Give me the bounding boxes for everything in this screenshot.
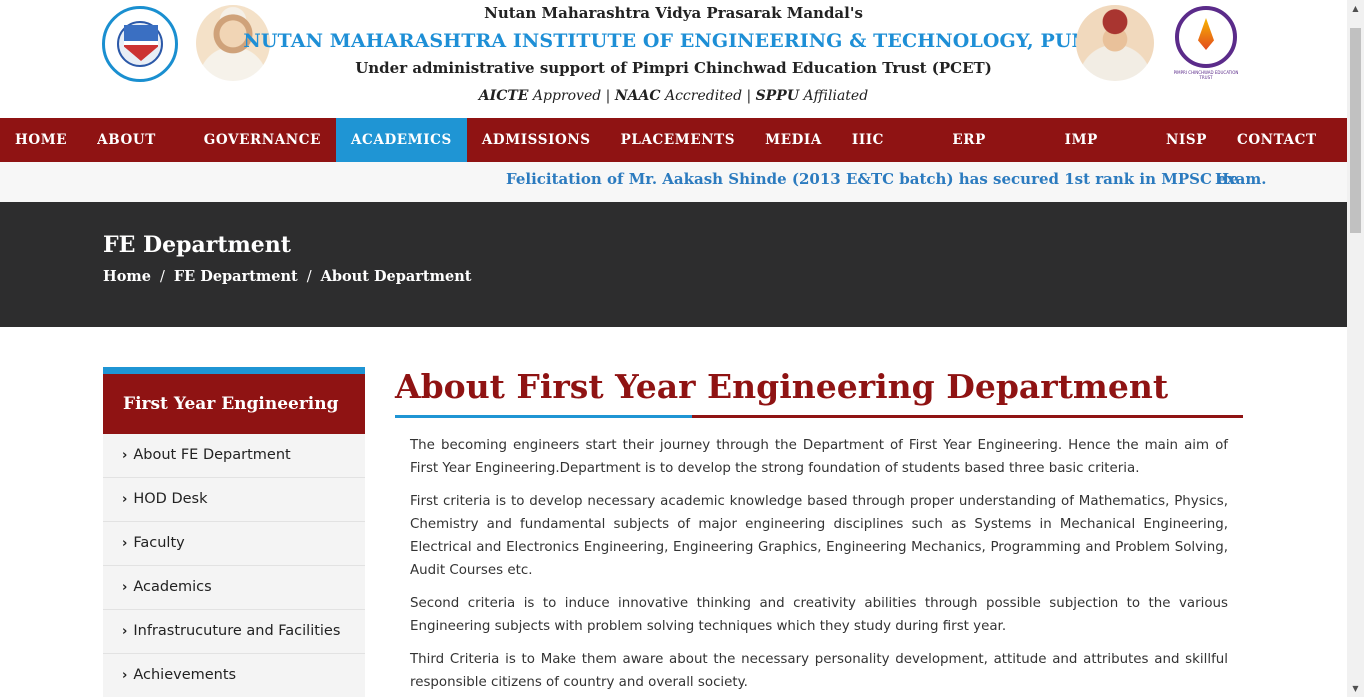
sidebar-item-about-fe-department[interactable]: › About FE Department: [103, 434, 365, 478]
nav-governance[interactable]: GOVERNANCE: [189, 118, 336, 162]
sidebar-item-label: Achievements: [133, 667, 237, 683]
nav-academics[interactable]: ACADEMICS: [335, 118, 467, 162]
sidebar-item-achievements[interactable]: › Achievements: [103, 654, 365, 697]
title-underline: [395, 415, 1243, 418]
accreditation-line: AICTE Approved | NAAC Accredited | SPPU …: [0, 88, 1347, 104]
breadcrumb-home[interactable]: Home: [103, 268, 151, 285]
site-header: Nutan Maharashtra Vidya Prasarak Mandal'…: [0, 0, 1347, 118]
sidebar-item-faculty[interactable]: › Faculty: [103, 522, 365, 566]
aicte-label: AICTE: [478, 88, 529, 104]
paragraph-third-criteria: Third Criteria is to Make them aware abo…: [410, 652, 1228, 690]
aicte-text: Approved |: [528, 88, 615, 104]
section-title: About First Year Engineering Department: [395, 367, 1169, 406]
nav-placements[interactable]: PLACEMENTS: [606, 118, 751, 162]
chevron-right-icon: ›: [122, 492, 128, 507]
sidebar-item-label: Academics: [133, 579, 212, 595]
sidebar-item-label: Infrastrucuture and Facilities: [133, 623, 341, 639]
ticker-item-next[interactable]: He: [1215, 170, 1239, 188]
nav-nisp[interactable]: NISP: [1151, 118, 1222, 162]
naac-label: NAAC: [614, 88, 661, 104]
sidebar-item-label: HOD Desk: [133, 491, 208, 507]
nav-iiic-cell[interactable]: IIIC CELL: [837, 118, 937, 192]
page-scrollbar[interactable]: ▲ ▼: [1347, 0, 1364, 697]
page-title: FE Department: [103, 232, 291, 258]
chevron-right-icon: ›: [122, 624, 128, 639]
nav-media[interactable]: MEDIA: [750, 118, 837, 162]
sidebar-item-academics[interactable]: › Academics: [103, 566, 365, 610]
nav-erp-login[interactable]: ERP LOGIN: [937, 118, 1049, 192]
chevron-right-icon: ›: [122, 668, 128, 683]
main-nav: HOME ABOUT US GOVERNANCE ACADEMICS ADMIS…: [0, 118, 1347, 192]
pcet-logo[interactable]: PIMPRI CHINCHWAD EDUCATION TRUST: [1172, 4, 1240, 82]
sidebar-item-label: About FE Department: [133, 447, 291, 463]
news-ticker: Felicitation of Mr. Aakash Shinde (2013 …: [0, 162, 1347, 202]
sidebar-heading: First Year Engineering: [103, 374, 365, 434]
pcet-logo-caption: PIMPRI CHINCHWAD EDUCATION TRUST: [1173, 70, 1239, 80]
sppu-text: Affiliated: [799, 88, 869, 104]
scroll-up-arrow-icon[interactable]: ▲: [1347, 0, 1364, 17]
main-content: About First Year Engineering Department …: [395, 365, 1243, 694]
sidebar-item-infrastructure[interactable]: › Infrastrucuture and Facilities: [103, 610, 365, 654]
chevron-right-icon: ›: [122, 580, 128, 595]
scrollbar-thumb[interactable]: [1350, 28, 1361, 233]
sppu-label: SPPU: [755, 88, 800, 104]
sidebar-item-label: Faculty: [133, 535, 185, 551]
sidebar-item-hod-desk[interactable]: › HOD Desk: [103, 478, 365, 522]
naac-text: Accredited |: [660, 88, 756, 104]
sidebar-accent: [103, 367, 365, 374]
paragraph-second-criteria: Second criteria is to induce innovative …: [410, 596, 1228, 634]
chevron-right-icon: ›: [122, 536, 128, 551]
scroll-down-arrow-icon[interactable]: ▼: [1347, 680, 1364, 697]
nav-imp-link[interactable]: IMP LINK: [1050, 118, 1151, 192]
breadcrumb: Home / FE Department / About Department: [103, 268, 471, 285]
breadcrumb-fe-department[interactable]: FE Department: [174, 268, 298, 285]
paragraph-first-criteria: First criteria is to develop necessary a…: [410, 494, 1228, 578]
breadcrumb-separator: /: [159, 269, 165, 285]
breadcrumb-current: About Department: [320, 268, 472, 285]
nav-contact-us[interactable]: CONTACT US: [1222, 118, 1347, 192]
nav-home[interactable]: HOME: [0, 118, 82, 162]
chevron-right-icon: ›: [122, 448, 128, 463]
nav-admissions[interactable]: ADMISSIONS: [467, 118, 606, 162]
founder-portrait-right: [1076, 5, 1154, 81]
sidebar: First Year Engineering › About FE Departm…: [103, 367, 365, 697]
page-banner: FE Department Home / FE Department / About D…: [0, 202, 1347, 327]
ticker-item[interactable]: Felicitation of Mr. Aakash Shinde (2013 …: [506, 170, 1266, 188]
nav-about-us[interactable]: ABOUT US: [82, 118, 189, 192]
paragraph-intro: The becoming engineers start their journ…: [410, 438, 1228, 476]
breadcrumb-separator: /: [306, 269, 312, 285]
